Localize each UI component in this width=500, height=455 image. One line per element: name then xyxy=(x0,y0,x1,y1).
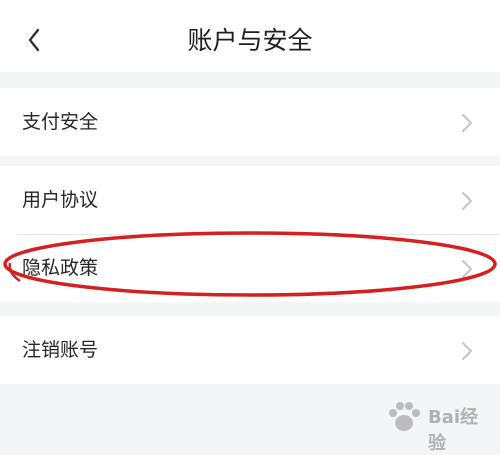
chevron-right-icon xyxy=(462,260,472,278)
settings-item-payment-security[interactable]: 支付安全 xyxy=(0,88,500,156)
settings-item-privacy-policy[interactable]: 隐私政策 xyxy=(0,234,500,302)
settings-item-delete-account[interactable]: 注销账号 xyxy=(0,316,500,384)
settings-group-payment: 支付安全 xyxy=(0,88,500,156)
settings-group-account: 注销账号 xyxy=(0,316,500,384)
page-title: 账户与安全 xyxy=(187,26,313,55)
chevron-right-icon xyxy=(462,192,472,210)
watermark-text: Bai经验 xyxy=(428,407,479,454)
top-bar: 账户与安全 xyxy=(0,0,500,72)
settings-item-label: 隐私政策 xyxy=(22,257,99,279)
chevron-right-icon xyxy=(462,342,472,360)
settings-item-label: 用户协议 xyxy=(22,189,99,211)
settings-item-user-agreement[interactable]: 用户协议 xyxy=(0,166,500,234)
paw-icon xyxy=(389,402,420,431)
settings-item-label: 支付安全 xyxy=(22,111,99,133)
settings-item-label: 注销账号 xyxy=(22,339,99,361)
watermark: Bai经验 xyxy=(376,399,486,454)
settings-group-legal: 用户协议 隐私政策 xyxy=(0,166,500,302)
chevron-right-icon xyxy=(462,114,472,132)
